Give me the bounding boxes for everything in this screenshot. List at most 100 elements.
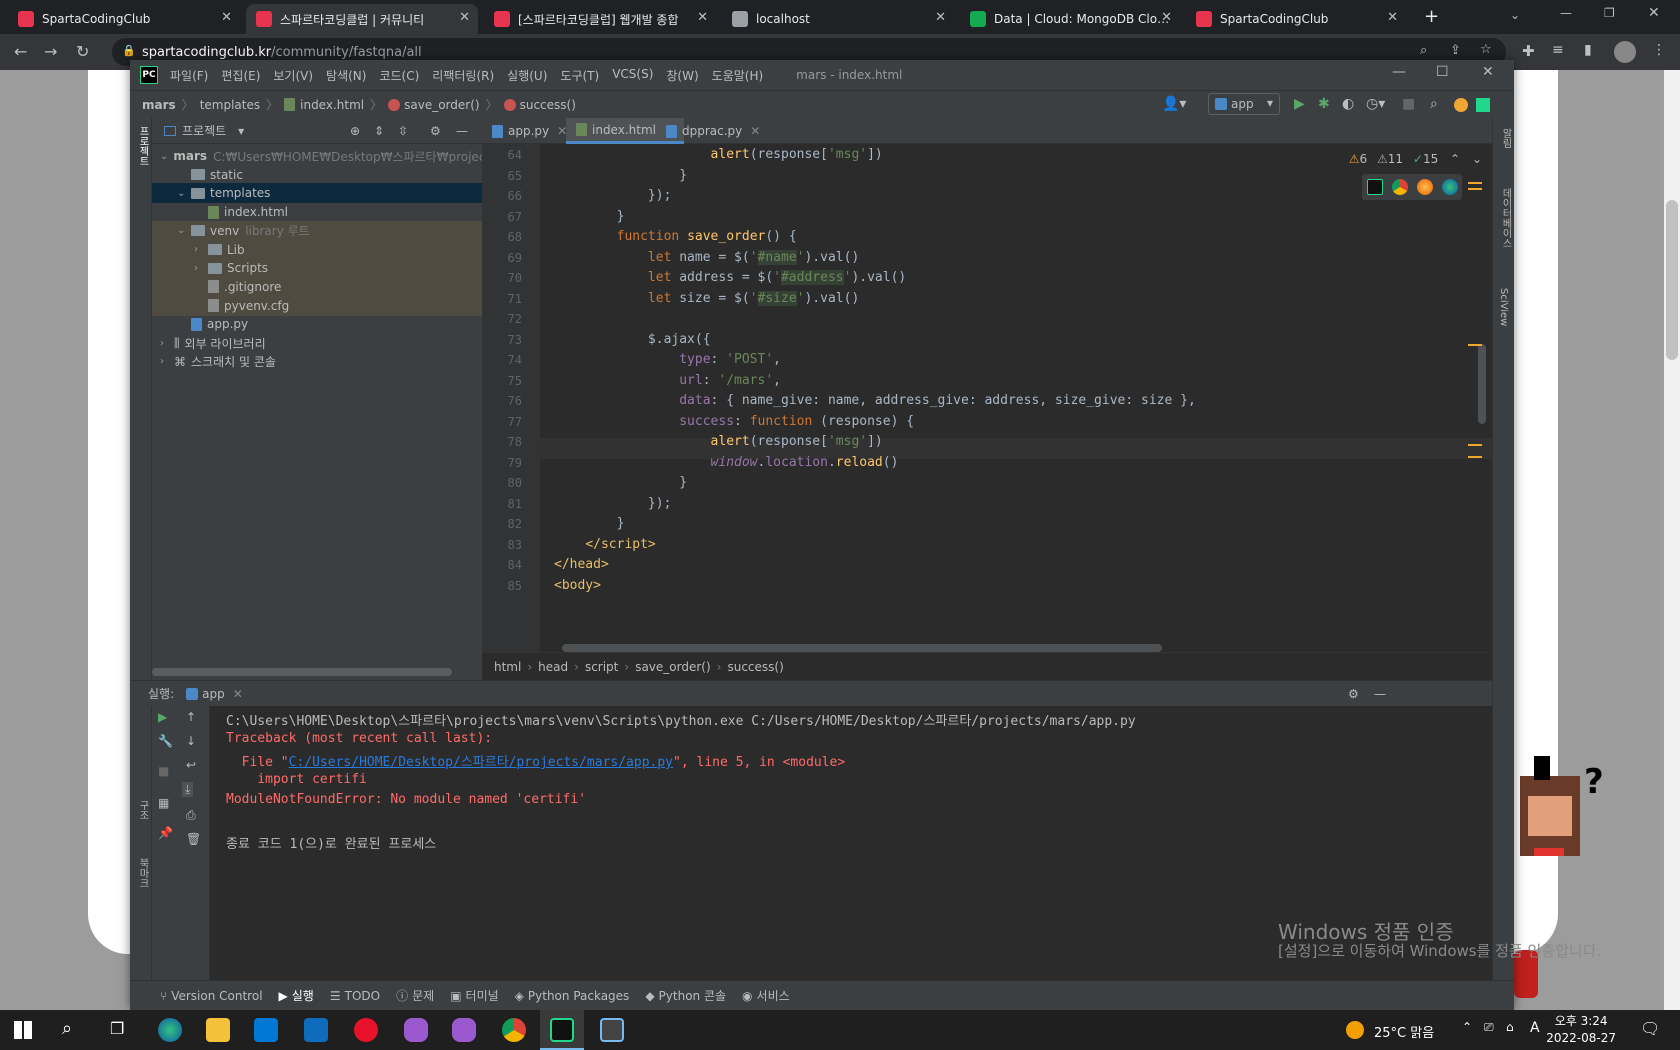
bottom-tab[interactable]: ◆ Python 콘솔 [645, 987, 726, 1004]
browser-tab[interactable]: SpartaCodingClub ✕ [1186, 4, 1406, 34]
notifications-tool-tab[interactable]: 알림 [1498, 128, 1513, 148]
jetbrains-icon[interactable] [1476, 98, 1490, 112]
tree-item[interactable]: pyvenv.cfg [152, 295, 482, 316]
tree-item[interactable]: ⌄ mars C:₩Users₩HOME₩Desktop₩스파르타₩projects… [152, 146, 538, 166]
bottom-tab[interactable]: ▶ 실행 [279, 987, 314, 1004]
layout-icon[interactable]: ▦ [158, 796, 169, 810]
ime-indicator[interactable]: A [1530, 1020, 1540, 1036]
browser-tab[interactable]: Data | Cloud: MongoDB Cloud ✕ [960, 4, 1180, 34]
close-tab-icon[interactable]: ✕ [697, 10, 708, 25]
editor-breadcrumb-item[interactable]: success() [727, 660, 783, 674]
run-icon[interactable]: ▶ [1294, 96, 1305, 112]
edge-icon[interactable] [1441, 179, 1458, 195]
menu-item[interactable]: 파일(F) [170, 67, 208, 84]
search-icon[interactable]: ⌕ [62, 1018, 72, 1039]
task-view-icon[interactable]: ❐ [110, 1019, 124, 1038]
camera-icon[interactable]: ⎚ [1484, 1020, 1494, 1035]
breadcrumb-item[interactable]: index.html [300, 98, 364, 112]
code-editor[interactable]: 64 65 66 67 68 69 70 71 72 73 74 75 76 77 78 79 80 81 82 83… [482, 144, 1492, 652]
breadcrumb-item[interactable]: mars [142, 98, 176, 112]
close-tab-icon[interactable]: ✕ [935, 10, 946, 25]
bottom-tab[interactable]: ⑂ Version Control [160, 989, 263, 1003]
editor-tab[interactable]: dpprac.py ✕ [656, 118, 770, 144]
prev-highlight-icon[interactable]: ⌃ [1450, 152, 1460, 166]
editor-breadcrumb-item[interactable]: head [538, 660, 568, 674]
clock[interactable]: 오후 3:24 2022-08-27 [1546, 1013, 1616, 1047]
stop-icon[interactable]: ■ [1402, 96, 1415, 112]
forward-icon[interactable]: → [44, 42, 57, 61]
browser-tab[interactable]: localhost ✕ [722, 4, 954, 34]
run-config-select[interactable]: app ▾ [1208, 93, 1280, 115]
discord-icon[interactable] [404, 1018, 428, 1042]
tree-item[interactable]: › ⫼ 외부 라이브러리 [152, 333, 482, 353]
file-explorer-icon[interactable] [206, 1018, 230, 1042]
browser-tab[interactable]: 스파르타코딩클럽 | 커뮤니티 ✕ [246, 4, 478, 34]
expand-all-icon[interactable]: ⇕ [374, 124, 384, 138]
store-icon[interactable] [254, 1018, 278, 1042]
mail-icon[interactable] [304, 1018, 328, 1042]
discord-icon[interactable] [452, 1018, 476, 1042]
console-file-link[interactable]: C:/Users/HOME/Desktop/스파르타/projects/mars… [289, 755, 673, 770]
inspection-widget[interactable]: ⚠6 ⚠11 ✓15 ⌃ ⌄ [1349, 152, 1482, 166]
gear-icon[interactable]: ⚙ [1348, 687, 1359, 701]
extensions-icon[interactable]: ✚ [1522, 42, 1535, 60]
debug-icon[interactable]: ✱ [1318, 96, 1330, 112]
bottom-tab[interactable]: ▣ 터미널 [450, 987, 498, 1004]
editor-hscrollbar[interactable] [562, 644, 1162, 652]
trash-icon[interactable]: 🗑 [186, 832, 201, 846]
reload-icon[interactable]: ↻ [76, 42, 89, 61]
bottom-tab[interactable]: ◈ Python Packages [515, 989, 630, 1003]
chrome-icon[interactable] [1391, 179, 1408, 195]
zoom-icon[interactable]: ⌕ [1420, 43, 1427, 58]
database-tool-tab[interactable]: 데이터베이스 [1498, 188, 1513, 248]
edge-taskbar-icon[interactable] [158, 1018, 182, 1042]
editor-breadcrumb-item[interactable]: save_order() [635, 660, 710, 674]
windows-start-icon[interactable] [14, 1021, 32, 1039]
close-tab-icon[interactable]: ✕ [1161, 10, 1172, 25]
menu-item[interactable]: 코드(C) [379, 67, 419, 84]
project-hscrollbar[interactable] [152, 668, 452, 676]
tree-item[interactable]: › Lib [152, 239, 482, 260]
network-icon[interactable]: ⌂ [1506, 1020, 1514, 1034]
close-tab-icon[interactable]: ✕ [1387, 10, 1398, 25]
chevron-right-icon[interactable]: › [194, 244, 208, 255]
editor-tab[interactable]: app.py ✕ [482, 118, 577, 144]
collapse-all-icon[interactable]: ⇳ [398, 124, 408, 138]
editor-breadcrumb-item[interactable]: script [585, 660, 618, 674]
back-icon[interactable]: ← [14, 42, 27, 61]
locate-icon[interactable]: ⊕ [350, 124, 360, 138]
page-scrollbar[interactable] [1664, 70, 1680, 1010]
next-highlight-icon[interactable]: ⌄ [1472, 152, 1482, 166]
bookmark-star-icon[interactable]: ☆ [1480, 42, 1492, 57]
more-menu-icon[interactable]: ⋮ [1652, 42, 1666, 58]
sciview-tool-tab[interactable]: SciView [1498, 288, 1509, 326]
share-icon[interactable]: ⇪ [1450, 43, 1461, 58]
bottom-tab[interactable]: ⓘ 문제 [396, 987, 434, 1004]
chevron-down-icon[interactable]: ⌄ [177, 188, 191, 199]
new-tab-icon[interactable]: + [1424, 6, 1439, 27]
scroll-end-icon[interactable]: ⤓ [182, 782, 194, 797]
menu-item[interactable]: 도움말(H) [712, 67, 764, 84]
restore-icon[interactable]: ❐ [1604, 6, 1615, 20]
bookmarks-tool-tab[interactable]: 북마크 [135, 858, 150, 888]
profile-icon[interactable]: ◷▾ [1366, 96, 1385, 112]
pycharm-taskbar-icon[interactable] [550, 1018, 574, 1042]
notification-icon[interactable]: 🗨 [1640, 1019, 1660, 1038]
chevron-right-icon[interactable]: › [160, 338, 174, 349]
update-icon[interactable] [1454, 98, 1468, 112]
close-tab-icon[interactable]: ✕ [221, 10, 232, 25]
breadcrumb-item[interactable]: success() [520, 98, 576, 112]
project-panel-title[interactable]: 프로젝트 [182, 122, 226, 139]
run-tab-app[interactable]: app [202, 687, 225, 701]
close-window-icon[interactable]: ✕ [1648, 5, 1660, 21]
close-icon[interactable]: ✕ [233, 687, 243, 701]
avatar[interactable] [1614, 41, 1636, 63]
menu-item[interactable]: 실행(U) [507, 67, 547, 84]
tree-item[interactable]: › Scripts [152, 258, 482, 279]
bottom-tab[interactable]: ☰ TODO [330, 989, 380, 1003]
close-tab-icon[interactable]: ✕ [459, 10, 470, 25]
browser-tab[interactable]: SpartaCodingClub ✕ [8, 4, 240, 34]
media-icon[interactable]: ≡ [1552, 42, 1564, 58]
tree-item[interactable]: .gitignore [152, 276, 482, 297]
chevron-down-icon[interactable]: ▾ [238, 124, 244, 138]
